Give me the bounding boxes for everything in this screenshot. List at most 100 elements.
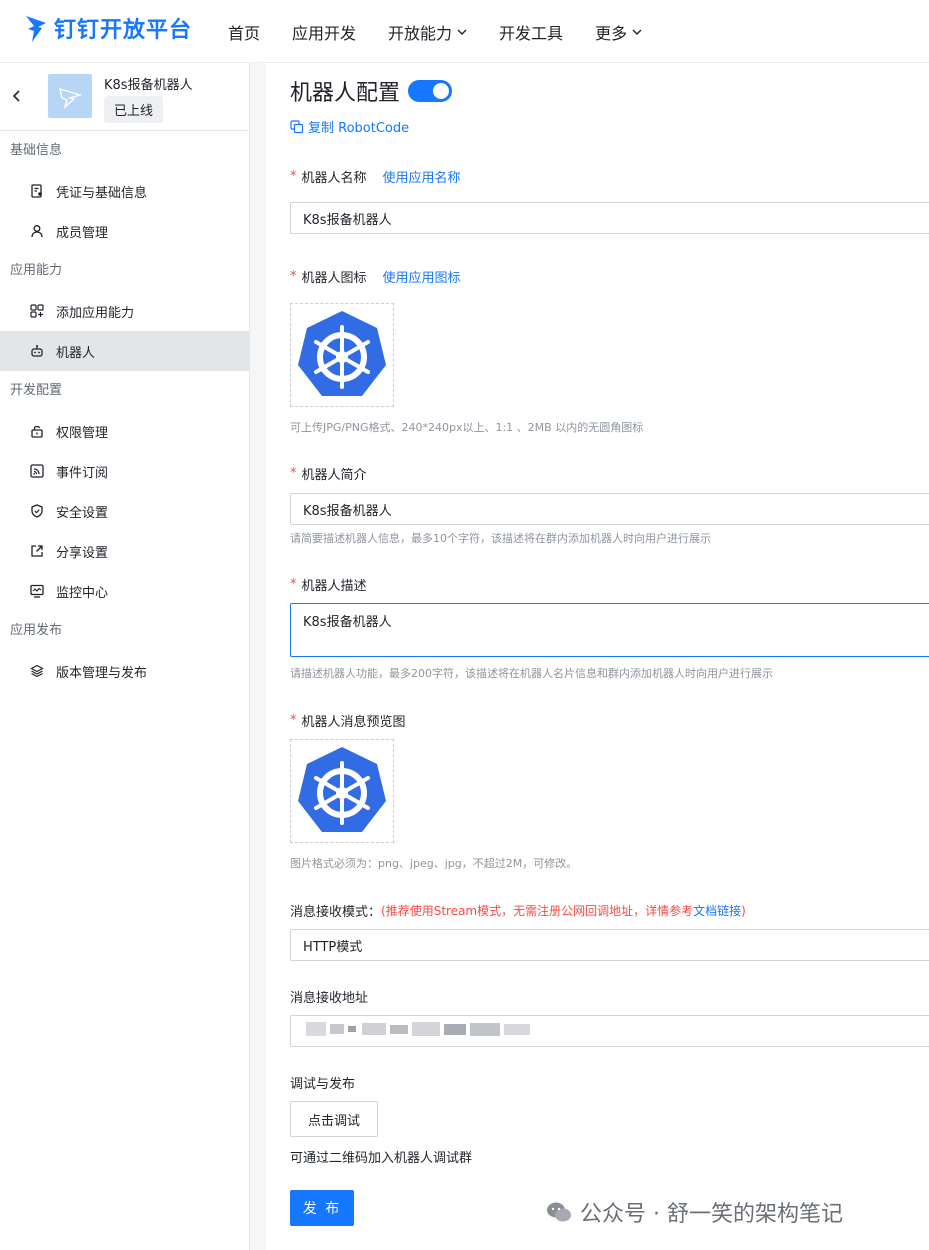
sidebar-item-label: 分享设置 <box>56 545 109 561</box>
robot-intro-input[interactable]: K8s报备机器人 <box>290 493 929 525</box>
sidebar-item-label: 版本管理与发布 <box>56 665 148 681</box>
sidebar-item-add-capability[interactable]: 添加应用能力 <box>0 291 249 331</box>
sidebar-item-security[interactable]: 安全设置 <box>0 491 249 531</box>
stream-recommend-note: (推荐使用Stream模式，无需注册公网回调地址，详情参考 <box>381 904 694 918</box>
message-mode-label: 消息接收模式： (推荐使用Stream模式，无需注册公网回调地址，详情参考 文档… <box>290 901 746 921</box>
debug-hint: 可通过二维码加入机器人调试群 <box>290 1151 473 1166</box>
debug-section-label-text: 调试与发布 <box>290 1077 356 1092</box>
message-url-label-text: 消息接收地址 <box>290 991 369 1006</box>
brand-name: 钉钉开放平台 <box>54 18 193 43</box>
sidebar-item-label: 添加应用能力 <box>56 305 135 321</box>
doc-link[interactable]: 文档链接 <box>693 902 741 919</box>
copy-icon <box>290 119 304 133</box>
chevron-down-icon <box>632 29 642 35</box>
robot-desc-label: * 机器人描述 <box>290 575 367 594</box>
sidebar-header: K8s报备机器人 已上线 <box>0 63 249 131</box>
message-url-label: 消息接收地址 <box>290 987 368 1006</box>
sidebar-item-permissions[interactable]: 权限管理 <box>0 411 249 451</box>
share-icon <box>31 545 43 557</box>
page-title-text: 机器人配置 <box>290 81 401 106</box>
copy-robotcode-label: 复制 RobotCode <box>308 121 410 136</box>
robot-preview-label-text: 机器人消息预览图 <box>301 715 406 730</box>
apps-add-icon <box>30 304 44 318</box>
sidebar-item-label: 监控中心 <box>56 585 109 601</box>
nav-open-capabilities[interactable]: 开放能力 <box>388 20 467 44</box>
sidebar-item-label: 机器人 <box>56 345 96 361</box>
top-nav: 钉钉开放平台 首页 应用开发 开放能力 开发工具 更多 <box>0 0 929 63</box>
message-mode-value: HTTP模式 <box>303 939 363 955</box>
app-thumb-icon <box>59 87 83 109</box>
main-nav: 首页 应用开发 开放能力 开发工具 更多 <box>228 20 674 44</box>
sidebar-group-release: 应用发布 <box>10 623 63 638</box>
sidebar-item-label: 成员管理 <box>56 225 109 241</box>
layers-icon <box>30 664 44 678</box>
robot-intro-value: K8s报备机器人 <box>303 503 392 519</box>
sidebar-item-label: 凭证与基础信息 <box>56 185 148 201</box>
sidebar-item-label: 安全设置 <box>56 505 109 521</box>
sidebar-item-share[interactable]: 分享设置 <box>0 531 249 571</box>
robot-name-value: K8s报备机器人 <box>303 212 392 228</box>
required-mark: * <box>290 169 297 184</box>
watermark: 公众号 · 舒一笑的架构笔记 <box>546 1196 843 1228</box>
sidebar-item-versions[interactable]: 版本管理与发布 <box>0 651 249 691</box>
sidebar-item-monitor[interactable]: 监控中心 <box>0 571 249 611</box>
robot-name-input[interactable]: K8s报备机器人 <box>290 202 929 234</box>
robot-config-panel: 机器人配置 复制 RobotCode * 机器人名称 使用应用名称 K8s报备机… <box>266 63 929 1250</box>
sidebar-item-robot[interactable]: 机器人 <box>0 331 249 371</box>
watermark-text: 公众号 · 舒一笑的架构笔记 <box>580 1202 843 1227</box>
copy-robotcode-link[interactable]: 复制 RobotCode <box>290 117 409 136</box>
sidebar-group-dev-config: 开发配置 <box>10 383 63 398</box>
monitor-icon <box>30 584 44 598</box>
sidebar-item-events[interactable]: 事件订阅 <box>0 451 249 491</box>
kubernetes-logo-icon <box>298 311 386 396</box>
nav-more[interactable]: 更多 <box>595 20 642 44</box>
nav-open-capabilities-label: 开放能力 <box>388 24 453 43</box>
message-mode-label-text: 消息接收模式： <box>290 905 382 920</box>
robot-desc-label-text: 机器人描述 <box>301 579 367 594</box>
robot-icon-upload[interactable] <box>290 303 394 407</box>
required-mark: * <box>290 269 297 284</box>
intro-hint: 请简要描述机器人信息，最多10个字符，该描述将在群内添加机器人时向用户进行展示 <box>290 532 711 545</box>
required-mark: * <box>290 577 297 592</box>
robot-name-label: * 机器人名称 使用应用名称 <box>290 167 461 186</box>
robot-intro-label: * 机器人简介 <box>290 464 367 483</box>
toggle-knob <box>433 83 450 99</box>
nav-home[interactable]: 首页 <box>228 20 260 44</box>
back-arrow-icon[interactable] <box>10 89 24 103</box>
sidebar-item-members[interactable]: 成员管理 <box>0 211 249 251</box>
robot-name-label-text: 机器人名称 <box>301 171 367 186</box>
nav-dev-tools[interactable]: 开发工具 <box>499 20 563 44</box>
sidebar-item-credentials[interactable]: 凭证与基础信息 <box>0 171 249 211</box>
nav-home-label: 首页 <box>228 24 261 43</box>
robot-preview-label: * 机器人消息预览图 <box>290 711 406 730</box>
message-mode-select[interactable]: HTTP模式 <box>290 929 929 961</box>
shield-icon <box>31 504 43 518</box>
publish-button[interactable]: 发 布 <box>290 1190 354 1226</box>
preview-hint: 图片格式必须为：png、jpeg、jpg，不超过2M，可修改。 <box>290 857 578 870</box>
use-app-icon-link[interactable]: 使用应用图标 <box>383 267 461 286</box>
desc-hint: 请描述机器人功能，最多200字符，该描述将在机器人名片信息和群内添加机器人时向用… <box>290 667 773 680</box>
page-title: 机器人配置 <box>290 75 453 107</box>
nav-app-dev-label: 应用开发 <box>292 24 357 43</box>
use-app-name-link[interactable]: 使用应用名称 <box>383 167 461 186</box>
brand[interactable]: 钉钉开放平台 <box>24 12 192 44</box>
robot-enable-toggle[interactable] <box>408 80 453 102</box>
debug-button[interactable]: 点击调试 <box>290 1101 378 1137</box>
app-avatar <box>48 74 92 118</box>
stream-recommend-note-end: ) <box>741 903 746 918</box>
sidebar-item-label: 事件订阅 <box>56 465 109 481</box>
blurred-url-mask <box>306 1022 530 1036</box>
robot-desc-textarea[interactable]: K8s报备机器人 <box>290 603 929 657</box>
sidebar-group-basic: 基础信息 <box>10 143 63 158</box>
nav-app-dev[interactable]: 应用开发 <box>292 20 356 44</box>
sidebar-item-label: 权限管理 <box>56 425 109 441</box>
icon-hint: 可上传JPG/PNG格式、240*240px以上、1:1 、2MB 以内的无圆角… <box>290 421 644 434</box>
robot-icon <box>31 345 43 357</box>
wechat-icon <box>547 1202 571 1222</box>
robot-preview-upload[interactable] <box>290 739 394 843</box>
robot-desc-value: K8s报备机器人 <box>303 615 392 630</box>
robot-intro-label-text: 机器人简介 <box>301 468 367 483</box>
robot-icon-label-text: 机器人图标 <box>301 271 367 286</box>
kubernetes-logo-icon <box>298 747 386 832</box>
chevron-down-icon <box>457 29 467 35</box>
